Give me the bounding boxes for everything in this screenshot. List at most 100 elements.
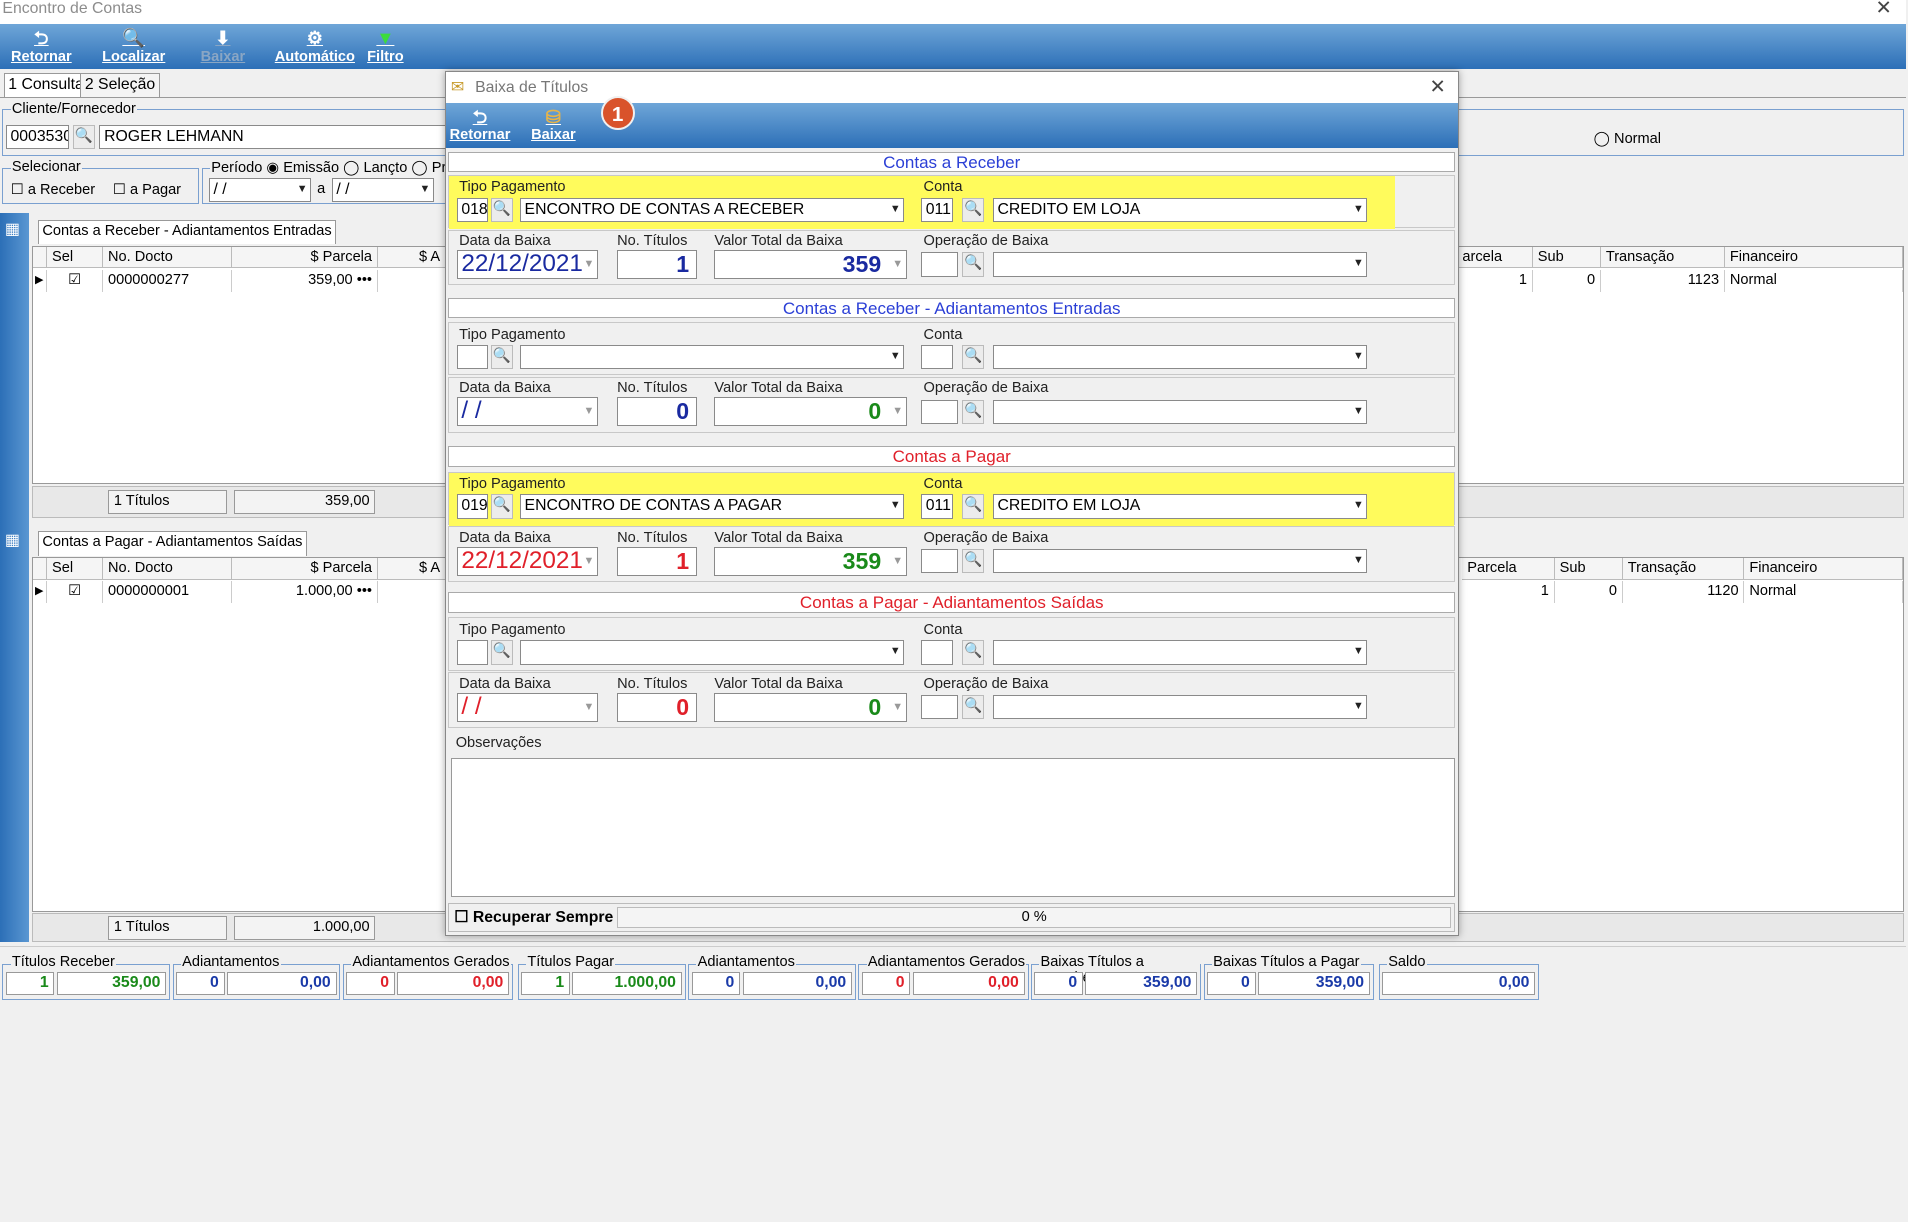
tipo-search-icon[interactable]: 🔍 [490, 197, 513, 223]
grid-header-sel[interactable]: Sel [47, 557, 104, 580]
normal-radio[interactable]: ◯ Normal [1594, 130, 1661, 147]
receber-checkbox[interactable]: ☐ a Receber [11, 181, 95, 198]
observacoes-textarea[interactable] [450, 758, 1456, 898]
cliente-name-input[interactable]: ROGER LEHMANN [99, 125, 448, 150]
tipo-select[interactable]: ▼ [519, 640, 905, 665]
tipo-code-input[interactable]: 019 [456, 494, 489, 519]
chevron-down-icon[interactable]: ▼ [890, 346, 901, 368]
tipo-select[interactable]: ENCONTRO DE CONTAS A PAGAR ▼ [519, 494, 905, 519]
oper-search-icon[interactable]: 🔍 [962, 399, 985, 424]
chevron-down-icon[interactable]: ▼ [583, 251, 594, 278]
oper-code-input[interactable] [921, 549, 958, 574]
chevron-down-icon[interactable]: ▼ [890, 199, 901, 221]
data-input[interactable]: 22/12/2021 ▼ [456, 546, 598, 576]
chevron-down-icon[interactable]: ▼ [892, 548, 903, 575]
chevron-down-icon[interactable]: ▼ [583, 398, 594, 425]
chevron-down-icon[interactable]: ▼ [1353, 401, 1364, 423]
cliente-search-icon[interactable]: 🔍 [72, 125, 95, 150]
grid-header-a[interactable]: $ A [377, 557, 446, 580]
dialog-close-icon[interactable]: ✕ [1429, 72, 1445, 104]
pagar-checkbox[interactable]: ☐ a Pagar [113, 181, 181, 198]
chevron-down-icon[interactable]: ▼ [892, 398, 903, 425]
chevron-down-icon[interactable]: ▼ [1353, 495, 1364, 517]
row-sel-checkbox[interactable]: ☑ [47, 580, 104, 603]
chevron-down-icon[interactable]: ▼ [297, 179, 308, 200]
grid-header-sub[interactable]: Sub [1532, 246, 1601, 269]
valor-input[interactable]: 359 ▼ [714, 250, 907, 280]
conta-select[interactable]: ▼ [992, 344, 1368, 370]
oper-select[interactable]: ▼ [992, 694, 1368, 720]
grid-settings-icon[interactable]: ▦ [5, 219, 20, 239]
notit-value[interactable]: 0 [617, 397, 698, 427]
conta-search-icon[interactable]: 🔍 [962, 197, 985, 223]
conta-select[interactable]: CREDITO EM LOJA ▼ [992, 197, 1368, 223]
grid-header-docto[interactable]: No. Docto [103, 246, 232, 269]
oper-search-icon[interactable]: 🔍 [962, 694, 985, 720]
tab-consulta[interactable]: 1 Consulta [3, 72, 89, 98]
chevron-down-icon[interactable]: ▼ [1353, 346, 1364, 368]
valor-input[interactable]: 359 ▼ [714, 546, 907, 576]
tipo-code-input[interactable]: 018 [456, 197, 489, 223]
oper-code-input[interactable] [921, 252, 958, 277]
baixar-button[interactable]: ⬇ Baixar [201, 27, 246, 65]
tipo-search-icon[interactable]: 🔍 [490, 640, 513, 665]
grid-header-parcela[interactable]: $ Parcela [232, 246, 378, 269]
oper-search-icon[interactable]: 🔍 [962, 549, 985, 574]
data-input[interactable]: / / ▼ [456, 692, 598, 722]
chevron-down-icon[interactable]: ▼ [1353, 199, 1364, 221]
conta-search-icon[interactable]: 🔍 [962, 640, 985, 665]
oper-code-input[interactable] [921, 399, 958, 424]
oper-search-icon[interactable]: 🔍 [962, 252, 985, 277]
data-input[interactable]: / / ▼ [456, 397, 598, 427]
conta-code-input[interactable]: 011 [921, 197, 953, 223]
dialog-retornar-button[interactable]: ⮌ Retornar [450, 106, 511, 144]
emissao-radio[interactable]: ◉ Emissão [266, 160, 339, 176]
tipo-select[interactable]: ▼ [519, 344, 905, 370]
dialog-baixar-button[interactable]: ⛁ Baixar [531, 106, 576, 144]
periodo-ate-input[interactable]: / / ▼ [331, 178, 434, 202]
conta-code-input[interactable] [921, 640, 953, 665]
grid-header-arcela[interactable]: arcela [1457, 246, 1533, 269]
tipo-search-icon[interactable]: 🔍 [490, 344, 513, 370]
chevron-down-icon[interactable]: ▼ [890, 495, 901, 517]
oper-select[interactable]: ▼ [992, 399, 1368, 424]
tab-grid-pagar[interactable]: Contas a Pagar - Adiantamentos Saídas [37, 531, 308, 556]
grid-header-parcela[interactable]: $ Parcela [232, 557, 378, 580]
lancto-radio[interactable]: ◯ Lançto [343, 160, 407, 176]
chevron-down-icon[interactable]: ▼ [420, 179, 431, 200]
row-sel-checkbox[interactable]: ☑ [47, 269, 104, 292]
grid-header-transacao[interactable]: Transação [1622, 557, 1745, 580]
automatico-button[interactable]: ⚙ Automático [275, 27, 355, 65]
tab-grid-receber[interactable]: Contas a Receber - Adiantamentos Entrada… [37, 220, 337, 245]
tipo-code-input[interactable] [456, 640, 489, 665]
valor-input[interactable]: 0 ▼ [714, 397, 907, 427]
conta-select[interactable]: CREDITO EM LOJA ▼ [992, 494, 1368, 519]
tipo-select[interactable]: ENCONTRO DE CONTAS A RECEBER ▼ [519, 197, 905, 223]
chevron-down-icon[interactable]: ▼ [892, 694, 903, 721]
grid-header-a[interactable]: $ A [377, 246, 446, 269]
data-input[interactable]: 22/12/2021 ▼ [456, 250, 598, 280]
notit-value[interactable]: 0 [617, 692, 698, 722]
chevron-down-icon[interactable]: ▼ [583, 548, 594, 575]
chevron-down-icon[interactable]: ▼ [1353, 253, 1364, 275]
chevron-down-icon[interactable]: ▼ [890, 641, 901, 663]
conta-code-input[interactable]: 011 [921, 494, 953, 519]
notit-value[interactable]: 1 [617, 546, 698, 576]
tipo-code-input[interactable] [456, 344, 489, 370]
oper-code-input[interactable] [921, 694, 958, 720]
grid-header-parcela-r[interactable]: Parcela [1462, 557, 1555, 580]
grid-header-financeiro[interactable]: Financeiro [1744, 557, 1903, 580]
grid-header-docto[interactable]: No. Docto [103, 557, 232, 580]
conta-search-icon[interactable]: 🔍 [962, 494, 985, 519]
conta-search-icon[interactable]: 🔍 [962, 344, 985, 370]
recuperar-checkbox[interactable]: ☐ Recuperar Sempre [454, 907, 613, 927]
grid-header-transacao[interactable]: Transação [1600, 246, 1725, 269]
tipo-search-icon[interactable]: 🔍 [490, 494, 513, 519]
valor-input[interactable]: 0 ▼ [714, 692, 907, 722]
grid-settings-icon-2[interactable]: ▦ [5, 530, 20, 550]
chevron-down-icon[interactable]: ▼ [1353, 641, 1364, 663]
filtro-button[interactable]: ▼ Filtro [367, 27, 403, 65]
localizar-button[interactable]: 🔍 Localizar [102, 27, 165, 65]
grid-header-sub[interactable]: Sub [1554, 557, 1623, 580]
chevron-down-icon[interactable]: ▼ [1353, 550, 1364, 572]
